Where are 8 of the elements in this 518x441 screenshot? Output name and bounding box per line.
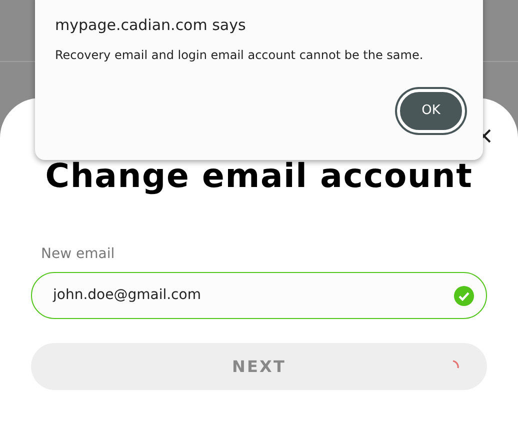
dialog-message: Recovery email and login email account cannot be the same. (55, 46, 424, 64)
email-field[interactable]: john.doe@gmail.com (31, 272, 487, 320)
check-icon (454, 286, 474, 306)
dialog-title: mypage.cadian.com says (55, 15, 247, 36)
spinner-icon (452, 360, 460, 370)
ok-button[interactable]: OK (397, 88, 465, 132)
field-label: New email (41, 245, 115, 264)
sheet-title: Change email account (44, 155, 474, 196)
